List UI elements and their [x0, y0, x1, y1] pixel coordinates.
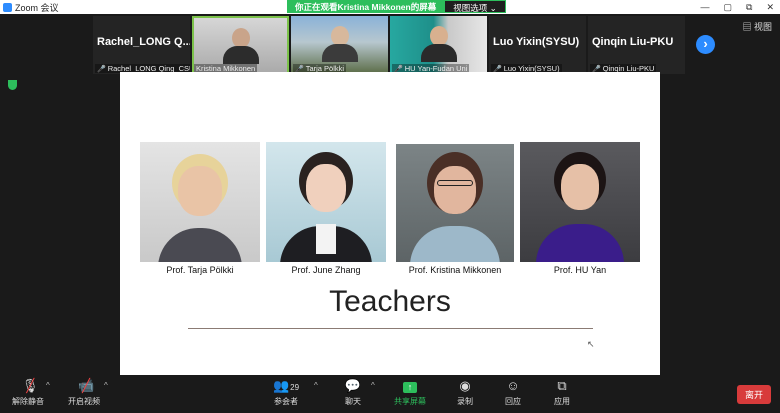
meeting-area: Rachel_LONG Q... 🎤 Rachel_LONG Qing_CSU K…	[0, 14, 780, 376]
apps-icon: ⧉	[557, 378, 567, 393]
maximize-button[interactable]: ▢	[724, 2, 733, 13]
record-button[interactable]: ◉ 录制	[443, 378, 487, 407]
participants-chevron-icon[interactable]: ^	[314, 381, 318, 390]
share-banner: 你正在观看Kristina Mikkonen的屏幕 视图选项 ⌄	[287, 0, 506, 13]
restore-button[interactable]: ⧉	[746, 2, 752, 13]
participant-video	[321, 26, 358, 62]
teacher-caption: Prof. Kristina Mikkonen	[408, 265, 502, 275]
participant-strip: Rachel_LONG Q... 🎤 Rachel_LONG Qing_CSU K…	[93, 16, 685, 74]
minimize-button[interactable]: —	[701, 2, 710, 12]
teacher-photo	[396, 144, 514, 262]
participant-tile[interactable]: Qinqin Liu-PKU 🎤 Qinqin Liu-PKU	[588, 16, 685, 74]
participant-tile[interactable]: Rachel_LONG Q... 🎤 Rachel_LONG Qing_CSU	[93, 16, 190, 74]
shared-slide: Prof. Tarja Pölkki Prof. June Zhang Prof…	[120, 72, 660, 376]
participant-video	[420, 26, 457, 62]
view-button[interactable]: ▤ 视图	[742, 20, 772, 33]
mic-muted-icon: 🎤	[97, 65, 106, 73]
apps-button[interactable]: ⧉ 应用	[540, 378, 584, 407]
reactions-button[interactable]: ☺ 回应	[491, 378, 535, 407]
emoji-plus-icon: ☺	[506, 378, 520, 393]
participant-tile[interactable]: 🎤 Tarja Pölkki	[291, 16, 388, 74]
video-options-chevron-icon[interactable]: ^	[104, 381, 108, 390]
zoom-logo-icon	[3, 2, 12, 12]
security-shield-icon[interactable]	[8, 80, 17, 90]
participant-count: 29	[290, 383, 300, 392]
share-banner-message: 你正在观看Kristina Mikkonen的屏幕	[287, 0, 445, 13]
teacher-card: Prof. Kristina Mikkonen	[396, 144, 514, 275]
window-controls: — ▢ ⧉ ✕	[701, 0, 775, 14]
teacher-card: Prof. June Zhang	[266, 142, 386, 275]
teacher-card: Prof. Tarja Pölkki	[140, 142, 260, 275]
participant-big-name: Qinqin Liu-PKU	[592, 36, 674, 48]
meeting-toolbar: 🎙╱ 解除静音 ^ 📹╱ 开启视频 ^ 👥29 参会者 ^ 💬 聊天 ^ ↑ 共…	[0, 375, 780, 413]
chat-chevron-icon[interactable]: ^	[371, 381, 375, 390]
chat-button[interactable]: 💬 聊天	[331, 378, 375, 407]
participant-video	[222, 28, 259, 64]
slide-divider	[188, 328, 593, 329]
mouse-cursor-icon: ↖	[587, 339, 595, 349]
chat-icon: 💬	[344, 378, 362, 393]
teacher-photo	[520, 142, 640, 262]
window-title: Zoom 会议	[15, 2, 59, 13]
participant-tile[interactable]: 🎤 HU Yan-Fudan Uni	[390, 16, 487, 74]
teacher-caption: Prof. HU Yan	[553, 265, 607, 275]
participants-button[interactable]: 👥29 参会者	[264, 378, 308, 407]
video-off-icon: 📹╱	[77, 378, 95, 393]
unmute-button[interactable]: 🎙╱ 解除静音	[6, 378, 50, 407]
teacher-caption: Prof. Tarja Pölkki	[166, 265, 234, 275]
leave-button[interactable]: 离开	[736, 385, 771, 404]
audio-options-chevron-icon[interactable]: ^	[46, 381, 50, 390]
participant-tile-active-speaker[interactable]: Kristina Mikkonen	[192, 16, 289, 74]
view-options-button[interactable]: 视图选项 ⌄	[444, 0, 506, 13]
teacher-card: Prof. HU Yan	[520, 142, 640, 275]
teacher-photo	[140, 142, 260, 262]
teacher-photo	[266, 142, 386, 262]
share-screen-icon: ↑	[388, 378, 432, 394]
slide-title: Teachers	[329, 285, 451, 318]
start-video-button[interactable]: 📹╱ 开启视频	[62, 378, 106, 407]
close-button[interactable]: ✕	[766, 2, 774, 13]
teacher-caption: Prof. June Zhang	[291, 265, 361, 275]
participant-big-name: Rachel_LONG Q...	[97, 36, 190, 48]
share-screen-button[interactable]: ↑ 共享屏幕	[388, 378, 432, 407]
next-participants-icon[interactable]: ›	[696, 35, 715, 54]
participant-big-name: Luo Yixin(SYSU)	[493, 36, 580, 48]
participants-icon: 👥29	[272, 378, 300, 393]
participant-tile[interactable]: Luo Yixin(SYSU) 🎤 Luo Yixin(SYSU)	[489, 16, 586, 74]
mic-muted-icon: 🎙╱	[21, 378, 39, 393]
record-icon: ◉	[459, 378, 471, 393]
